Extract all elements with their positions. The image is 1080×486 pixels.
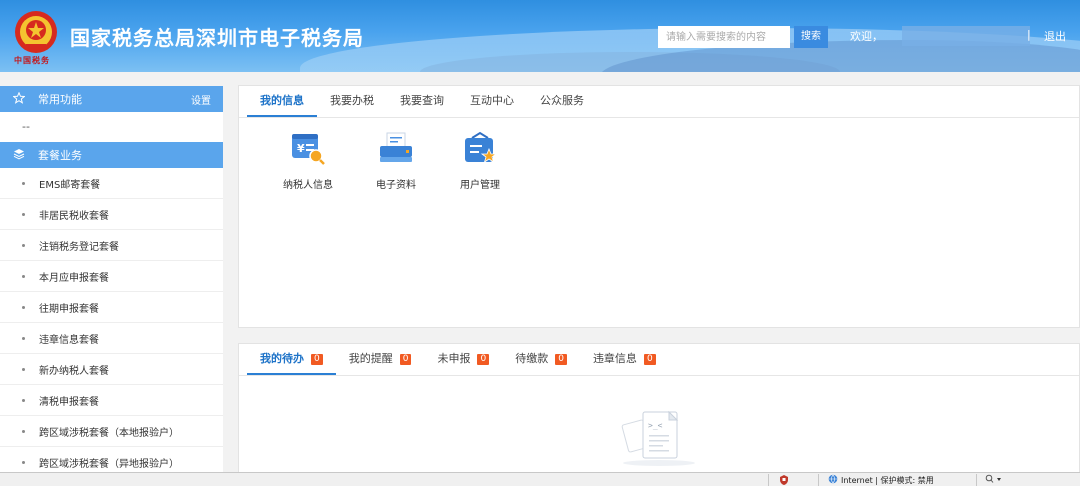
my-info-panel: 我的信息 我要办税 我要查询 互动中心 公众服务 ¥ 纳税人信息 电子资料 用户…: [238, 85, 1080, 328]
sidebar-package-item[interactable]: 新办纳税人套餐: [0, 354, 223, 385]
zoom-dropdown-icon: [985, 474, 1001, 483]
sidebar-section-common[interactable]: 常用功能 设置: [0, 86, 223, 112]
sidebar-package-item[interactable]: 清税申报套餐: [0, 385, 223, 416]
sidebar-section-package[interactable]: 套餐业务: [0, 142, 223, 168]
status-divider: [768, 474, 769, 486]
tab-label: 未申报: [437, 352, 471, 365]
tab-label: 待缴款: [515, 352, 549, 365]
security-zone-label: Internet | 保护模式: 禁用: [841, 476, 934, 485]
app-electronic-data[interactable]: 电子资料: [361, 130, 431, 191]
sidebar-package-item[interactable]: 非居民税收套餐: [0, 199, 223, 230]
sidebar-package-label: 往期申报套餐: [39, 303, 99, 315]
app-label: 电子资料: [376, 180, 416, 191]
package-list: EMS邮寄套餐 非居民税收套餐 注销税务登记套餐 本月应申报套餐 往期申报套餐 违章信息套…: [0, 168, 223, 472]
settings-link[interactable]: 设置: [191, 92, 211, 107]
bullet-dot: [22, 243, 25, 247]
sidebar-package-item[interactable]: EMS邮寄套餐: [0, 168, 223, 199]
app-taxpayer-info[interactable]: ¥ 纳税人信息: [273, 130, 343, 191]
search-input[interactable]: [658, 26, 790, 48]
svg-text:¥: ¥: [297, 142, 305, 155]
tab-label: 我的待办: [260, 352, 304, 365]
logout-link[interactable]: 退出: [1044, 28, 1066, 44]
tab-label: 我的提醒: [348, 352, 393, 365]
tab-todo-2[interactable]: 未申报 0: [424, 344, 502, 375]
search-button[interactable]: 搜索: [794, 26, 828, 48]
welcome-text: 欢迎，: [850, 30, 883, 43]
tab-todo-0[interactable]: 我的待办 0: [247, 344, 336, 375]
tab-label: 违章信息: [592, 352, 637, 365]
app-grid: ¥ 纳税人信息 电子资料 用户管理: [239, 118, 1079, 218]
sidebar-package-item[interactable]: 跨区域涉税套餐（异地报验户）: [0, 447, 223, 472]
bullet-dot: [22, 336, 25, 340]
site-title: 国家税务总局深圳市电子税务局: [70, 26, 364, 50]
header-separator: |: [1027, 28, 1031, 41]
sidebar-package-label: 跨区域涉税套餐（异地报验户）: [39, 458, 179, 470]
security-zone[interactable]: Internet | 保护模式: 禁用: [828, 474, 934, 486]
browser-status-bar: Internet | 保护模式: 禁用: [0, 472, 1080, 486]
common-empty-placeholder: --: [22, 120, 30, 133]
tab-todo-4[interactable]: 违章信息 0: [580, 344, 669, 375]
bullet-dot: [22, 460, 25, 464]
sidebar-package-label: 非居民税收套餐: [39, 210, 109, 222]
todo-tabs: 我的待办 0 我的提醒 0 未申报 0 待缴款 0 违章信息 0: [239, 344, 1079, 376]
sidebar-package-label: 新办纳税人套餐: [39, 365, 109, 377]
count-badge: 0: [643, 354, 656, 365]
bullet-dot: [22, 181, 25, 185]
tax-emblem-icon: [15, 11, 57, 53]
main-tabs: 我的信息 我要办税 我要查询 互动中心 公众服务: [239, 86, 1079, 118]
svg-text:>_<: >_<: [648, 421, 663, 430]
tab-main-3[interactable]: 互动中心: [457, 85, 527, 117]
bullet-dot: [22, 212, 25, 216]
sidebar-section-label: 套餐业务: [38, 149, 82, 162]
sidebar-package-label: 清税申报套餐: [39, 396, 99, 408]
sidebar-package-label: 跨区域涉税套餐（本地报验户）: [39, 427, 179, 439]
count-badge: 0: [311, 354, 323, 365]
emblem-text: 中国税务: [14, 56, 50, 65]
status-divider: [818, 474, 819, 486]
status-divider: [976, 474, 977, 486]
bullet-dot: [22, 398, 25, 402]
star-icon: [12, 91, 26, 107]
tab-main-4[interactable]: 公众服务: [527, 85, 597, 117]
tab-main-2[interactable]: 我要查询: [387, 85, 457, 117]
sidebar-package-label: 违章信息套餐: [39, 334, 99, 346]
sidebar-package-label: 注销税务登记套餐: [39, 241, 119, 253]
user-name-redacted: [902, 26, 1030, 46]
count-badge: 0: [555, 354, 567, 365]
sidebar-package-item[interactable]: 往期申报套餐: [0, 292, 223, 323]
user-management-icon: [465, 131, 498, 163]
sidebar-package-item[interactable]: 跨区域涉税套餐（本地报验户）: [0, 416, 223, 447]
zoom-control[interactable]: [985, 474, 1003, 486]
bullet-dot: [22, 367, 25, 371]
layers-icon: [12, 148, 26, 163]
security-shield-icon[interactable]: [778, 474, 790, 486]
tab-main-0[interactable]: 我的信息: [247, 85, 317, 117]
sidebar: 常用功能 设置 -- 套餐业务 EMS邮寄套餐 非居民税收套餐 注销税务登记套餐 本月…: [0, 86, 223, 472]
sidebar-package-item[interactable]: 本月应申报套餐: [0, 261, 223, 292]
globe-icon: [828, 474, 838, 484]
tab-todo-1[interactable]: 我的提醒 0: [336, 344, 425, 375]
electronic-data-icon: [380, 132, 412, 162]
sidebar-package-label: 本月应申报套餐: [39, 272, 109, 284]
sidebar-section-label: 常用功能: [38, 93, 82, 106]
app-label: 用户管理: [460, 180, 500, 191]
sidebar-package-label: EMS邮寄套餐: [39, 179, 101, 191]
header-banner: 中国税务 国家税务总局深圳市电子税务局 搜索 欢迎， | 退出: [0, 0, 1080, 72]
tab-todo-3[interactable]: 待缴款 0: [502, 344, 580, 375]
bullet-dot: [22, 274, 25, 278]
empty-document-icon: >_<: [621, 410, 695, 466]
todo-panel: 我的待办 0 我的提醒 0 未申报 0 待缴款 0 违章信息 0 >_<: [238, 343, 1080, 473]
app-label: 纳税人信息: [283, 180, 333, 191]
count-badge: 0: [477, 354, 490, 365]
app-user-management[interactable]: 用户管理: [445, 130, 515, 191]
taxpayer-info-icon: ¥: [292, 134, 325, 165]
bullet-dot: [22, 429, 25, 433]
bullet-dot: [22, 305, 25, 309]
tab-main-1[interactable]: 我要办税: [317, 85, 387, 117]
count-badge: 0: [399, 354, 412, 365]
sidebar-package-item[interactable]: 违章信息套餐: [0, 323, 223, 354]
sidebar-package-item[interactable]: 注销税务登记套餐: [0, 230, 223, 261]
